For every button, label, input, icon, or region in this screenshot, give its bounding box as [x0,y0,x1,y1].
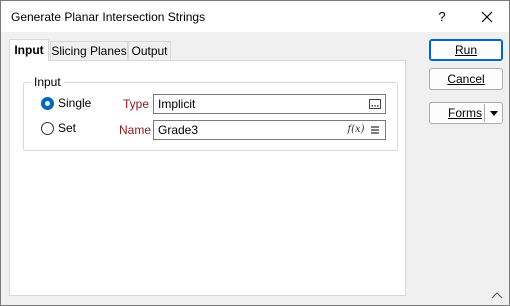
cancel-button-label: Cancel [447,72,485,86]
type-value: Implicit [158,97,196,111]
cancel-button[interactable]: Cancel [429,68,503,90]
close-button[interactable] [471,1,503,32]
list-icon[interactable] [367,122,383,138]
radio-set-label: Set [58,121,77,135]
close-icon [481,11,493,22]
dialog-window: Generate Planar Intersection Strings ? I… [0,0,510,306]
name-value: Grade3 [158,123,199,137]
run-button-label: Run [454,43,477,57]
tab-slicing-planes[interactable]: Slicing Planes [50,41,128,61]
forms-split-divider [484,104,485,122]
tab-panel-input: Input Single Set Type Implicit Name Grad… [9,60,406,296]
forms-dropdown-button[interactable] [487,104,501,122]
run-button[interactable]: Run [429,39,503,61]
radio-single-indicator[interactable] [41,96,54,110]
ellipsis-icon[interactable] [367,96,383,112]
radio-single[interactable]: Single [41,96,91,110]
title-bar: Generate Planar Intersection Strings ? [1,1,509,32]
tab-input[interactable]: Input [9,39,49,61]
forms-button-label: Forms [448,106,482,120]
help-button[interactable]: ? [429,1,455,32]
resize-grip-icon[interactable] [491,291,503,299]
input-group-label: Input [31,75,64,89]
type-label: Type [122,97,149,111]
name-label: Name [119,123,152,137]
function-icon[interactable]: f(x) [347,122,365,138]
radio-set[interactable]: Set [41,121,76,135]
radio-set-indicator[interactable] [41,121,54,135]
chevron-down-icon [490,110,498,116]
name-field[interactable]: Grade3 f(x) [153,120,386,140]
type-field[interactable]: Implicit [153,94,386,114]
window-title: Generate Planar Intersection Strings [11,10,206,24]
radio-single-label: Single [58,96,92,110]
tab-output[interactable]: Output [128,41,171,61]
input-group: Input Single Set Type Implicit Name Grad… [23,75,398,151]
